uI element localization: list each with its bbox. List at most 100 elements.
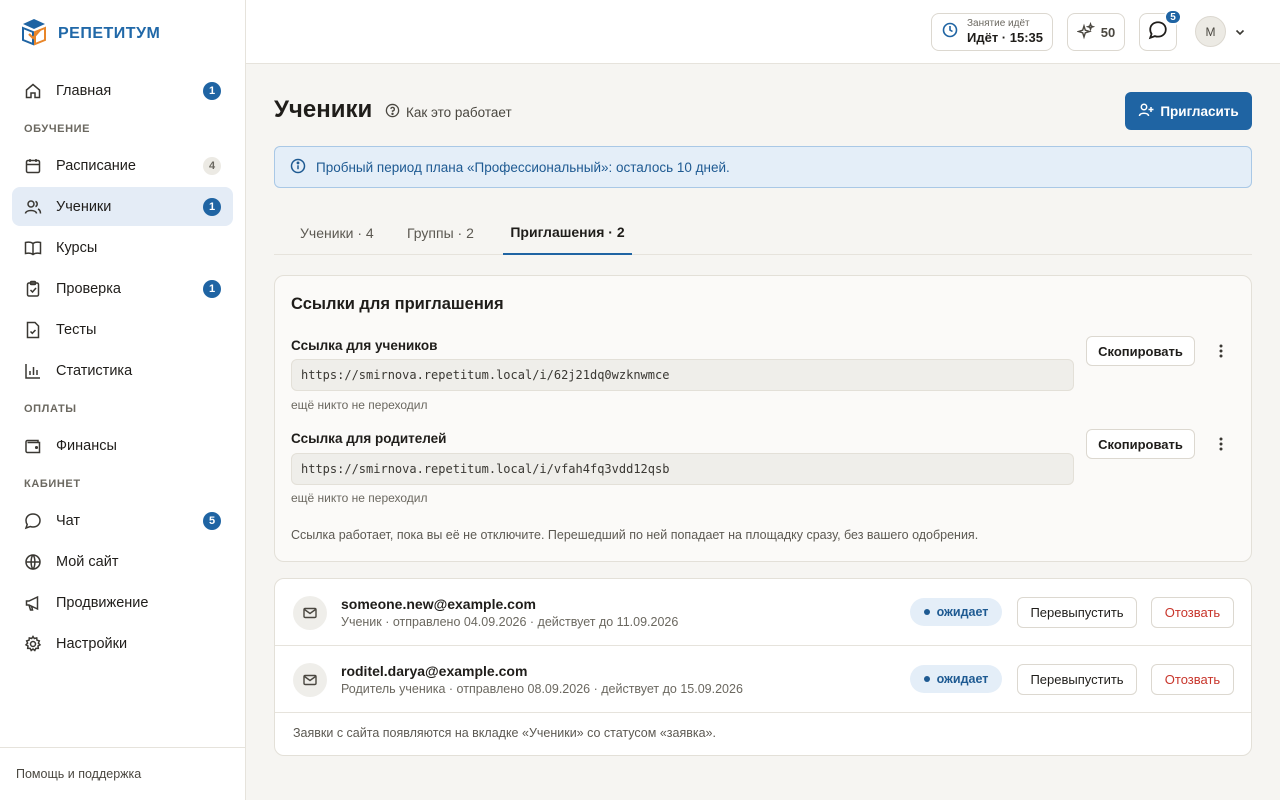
lesson-status-widget[interactable]: Занятие идёт Идёт · 15:35 [931, 13, 1053, 51]
sidebar-item-schedule[interactable]: Расписание 4 [12, 146, 233, 185]
revoke-button[interactable]: Отозвать [1151, 664, 1234, 695]
users-icon [24, 198, 42, 216]
chevron-down-icon[interactable] [1234, 25, 1246, 43]
logo-icon [20, 16, 48, 51]
parents-link-note: ещё никто не переходил [291, 491, 428, 505]
sparkles-icon [1075, 21, 1096, 43]
reissue-button[interactable]: Перевыпустить [1017, 597, 1137, 628]
sidebar-item-label: Тесты [56, 321, 97, 338]
invitation-meta: Родитель ученика · отправлено 08.09.2026… [341, 682, 743, 696]
count-badge: 1 [203, 82, 221, 100]
help-support-link[interactable]: Помощь и поддержка [0, 747, 245, 800]
topbar: Занятие идёт Идёт · 15:35 50 5 М [246, 0, 1280, 64]
sidebar-item-home[interactable]: Главная 1 [12, 71, 233, 110]
invite-links-card: Ссылки для приглашения Ссылка для ученик… [274, 275, 1252, 562]
reissue-button[interactable]: Перевыпустить [1017, 664, 1137, 695]
megaphone-icon [24, 594, 42, 612]
copy-parents-link-button[interactable]: Скопировать [1086, 429, 1195, 459]
sidebar-item-label: Финансы [56, 437, 117, 454]
bar-chart-icon [24, 362, 42, 380]
how-it-works-link[interactable]: Как это работает [385, 103, 512, 121]
page-title: Ученики [274, 96, 373, 123]
sidebar-item-review[interactable]: Проверка 1 [12, 269, 233, 308]
chat-button[interactable]: 5 [1139, 9, 1182, 51]
invitations-footnote: Заявки с сайта появляются на вкладке «Уч… [293, 726, 716, 740]
help-circle-icon [385, 103, 400, 121]
sidebar-item-label: Чат [56, 512, 81, 529]
gear-icon [24, 634, 42, 653]
sidebar-item-chat[interactable]: Чат 5 [12, 501, 233, 540]
sidebar-item-label: Продвижение [56, 594, 149, 611]
test-file-icon [24, 321, 42, 339]
invitation-meta: Ученик · отправлено 04.09.2026 · действу… [341, 615, 679, 629]
sidebar-item-label: Главная [56, 82, 112, 99]
how-it-works-label: Как это работает [406, 104, 512, 120]
more-vertical-icon[interactable] [1211, 429, 1231, 459]
brand-logo[interactable]: РЕПЕТИТУМ [20, 16, 160, 51]
lesson-caption: Занятие идёт [967, 18, 1030, 29]
status-badge: ожидает [910, 665, 1002, 693]
count-badge: 5 [203, 512, 221, 530]
tabs: Ученики · 4 Группы · 2 Приглашения · 2 [274, 211, 1252, 255]
invitation-email: someone.new@example.com [341, 596, 536, 612]
chat-icon [24, 512, 42, 530]
status-badge: ожидает [910, 598, 1002, 626]
invitation-row: someone.new@example.com Ученик · отправл… [275, 579, 1251, 646]
sidebar-item-settings[interactable]: Настройки [12, 624, 233, 663]
status-dot-icon [923, 609, 930, 615]
count-badge: 4 [203, 157, 221, 175]
book-icon [24, 239, 42, 257]
sidebar-item-label: Статистика [56, 362, 133, 379]
info-icon [290, 158, 306, 177]
sidebar-item-label: Ученики [56, 198, 112, 215]
chat-bubble-icon [1148, 20, 1168, 45]
clock-icon [942, 22, 958, 43]
user-plus-icon [1138, 102, 1154, 121]
tab-invitations[interactable]: Приглашения · 2 [503, 211, 632, 255]
avatar[interactable]: М [1195, 16, 1226, 47]
count-badge: 1 [203, 280, 221, 298]
sidebar-item-label: Курсы [56, 239, 98, 256]
invitation-row: roditel.darya@example.com Родитель учени… [275, 646, 1251, 713]
home-icon [24, 82, 42, 100]
copy-students-link-button[interactable]: Скопировать [1086, 336, 1195, 366]
trial-banner: Пробный период плана «Профессиональный»:… [274, 146, 1252, 188]
sidebar-item-label: Мой сайт [56, 553, 119, 570]
section-heading: ОПЛАТЫ [24, 403, 77, 415]
sidebar-item-finance[interactable]: Финансы [12, 426, 233, 465]
sidebar-item-my-site[interactable]: Мой сайт [12, 542, 233, 581]
tab-students[interactable]: Ученики · 4 [294, 211, 380, 255]
invite-button[interactable]: Пригласить [1125, 92, 1252, 130]
tab-groups[interactable]: Группы · 2 [401, 211, 480, 255]
parents-link-label: Ссылка для родителей [291, 431, 447, 446]
lesson-status: Идёт · 15:35 [967, 30, 1043, 45]
mail-icon [293, 596, 327, 630]
more-vertical-icon[interactable] [1211, 336, 1231, 366]
wallet-icon [24, 437, 42, 455]
section-heading: КАБИНЕТ [24, 478, 81, 490]
calendar-icon [24, 157, 42, 175]
sidebar-item-tests[interactable]: Тесты [12, 310, 233, 349]
mail-icon [293, 663, 327, 697]
links-footnote: Ссылка работает, пока вы её не отключите… [291, 528, 979, 542]
globe-icon [24, 553, 42, 571]
count-badge: 1 [203, 198, 221, 216]
chat-unread-badge: 5 [1164, 9, 1182, 25]
status-label: ожидает [936, 672, 989, 686]
sidebar-item-label: Настройки [56, 635, 128, 652]
sidebar-item-stats[interactable]: Статистика [12, 351, 233, 390]
students-link-label: Ссылка для учеников [291, 338, 438, 353]
section-heading: ОБУЧЕНИЕ [24, 123, 91, 135]
brand-name: РЕПЕТИТУМ [58, 24, 161, 42]
points-widget[interactable]: 50 [1067, 13, 1125, 51]
parents-link-field[interactable]: https://smirnova.repetitum.local/i/vfah4… [291, 453, 1074, 485]
sidebar-item-label: Проверка [56, 280, 121, 297]
students-link-field[interactable]: https://smirnova.repetitum.local/i/62j21… [291, 359, 1074, 391]
invitations-list: someone.new@example.com Ученик · отправл… [274, 578, 1252, 756]
sidebar-item-students[interactable]: Ученики 1 [12, 187, 233, 226]
status-dot-icon [923, 676, 930, 682]
sidebar-item-promotion[interactable]: Продвижение [12, 583, 233, 622]
points-value: 50 [1100, 24, 1116, 40]
revoke-button[interactable]: Отозвать [1151, 597, 1234, 628]
sidebar-item-courses[interactable]: Курсы [12, 228, 233, 267]
